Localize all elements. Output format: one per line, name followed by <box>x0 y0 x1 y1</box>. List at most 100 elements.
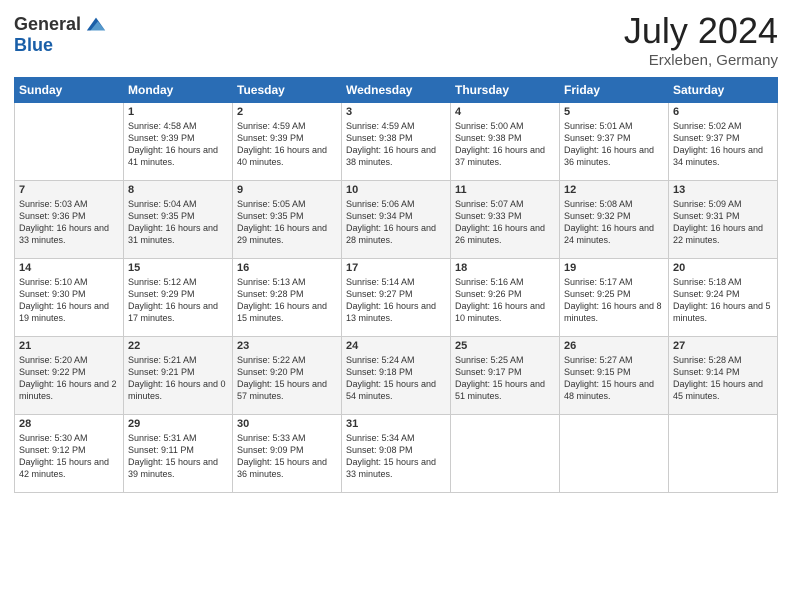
logo-general-text: General <box>14 15 81 35</box>
day-number: 16 <box>237 262 337 274</box>
day-number: 31 <box>346 418 446 430</box>
calendar-cell: 17 Sunrise: 5:14 AMSunset: 9:27 PMDaylig… <box>342 259 451 337</box>
day-number: 20 <box>673 262 773 274</box>
cell-info: Sunrise: 4:59 AMSunset: 9:39 PMDaylight:… <box>237 120 337 169</box>
calendar-cell: 15 Sunrise: 5:12 AMSunset: 9:29 PMDaylig… <box>124 259 233 337</box>
day-number: 14 <box>19 262 119 274</box>
cell-info: Sunrise: 5:21 AMSunset: 9:21 PMDaylight:… <box>128 354 228 403</box>
col-thursday: Thursday <box>451 78 560 103</box>
calendar-cell: 18 Sunrise: 5:16 AMSunset: 9:26 PMDaylig… <box>451 259 560 337</box>
day-number: 28 <box>19 418 119 430</box>
cell-info: Sunrise: 5:03 AMSunset: 9:36 PMDaylight:… <box>19 198 119 247</box>
cell-info: Sunrise: 5:00 AMSunset: 9:38 PMDaylight:… <box>455 120 555 169</box>
calendar-cell <box>560 415 669 493</box>
title-area: July 2024 Erxleben, Germany <box>624 10 778 69</box>
calendar-cell: 9 Sunrise: 5:05 AMSunset: 9:35 PMDayligh… <box>233 181 342 259</box>
logo-icon <box>85 14 107 36</box>
calendar-week-5: 28 Sunrise: 5:30 AMSunset: 9:12 PMDaylig… <box>15 415 778 493</box>
cell-info: Sunrise: 5:07 AMSunset: 9:33 PMDaylight:… <box>455 198 555 247</box>
day-number: 25 <box>455 340 555 352</box>
cell-info: Sunrise: 5:20 AMSunset: 9:22 PMDaylight:… <box>19 354 119 403</box>
day-number: 10 <box>346 184 446 196</box>
day-number: 19 <box>564 262 664 274</box>
calendar-cell: 14 Sunrise: 5:10 AMSunset: 9:30 PMDaylig… <box>15 259 124 337</box>
cell-info: Sunrise: 5:34 AMSunset: 9:08 PMDaylight:… <box>346 432 446 481</box>
cell-info: Sunrise: 5:16 AMSunset: 9:26 PMDaylight:… <box>455 276 555 325</box>
col-saturday: Saturday <box>669 78 778 103</box>
cell-info: Sunrise: 5:30 AMSunset: 9:12 PMDaylight:… <box>19 432 119 481</box>
calendar-cell: 21 Sunrise: 5:20 AMSunset: 9:22 PMDaylig… <box>15 337 124 415</box>
day-number: 2 <box>237 106 337 118</box>
day-number: 7 <box>19 184 119 196</box>
calendar-week-3: 14 Sunrise: 5:10 AMSunset: 9:30 PMDaylig… <box>15 259 778 337</box>
header-row: Sunday Monday Tuesday Wednesday Thursday… <box>15 78 778 103</box>
header: General Blue July 2024 Erxleben, Germany <box>14 10 778 69</box>
cell-info: Sunrise: 5:14 AMSunset: 9:27 PMDaylight:… <box>346 276 446 325</box>
calendar-cell <box>451 415 560 493</box>
cell-info: Sunrise: 5:18 AMSunset: 9:24 PMDaylight:… <box>673 276 773 325</box>
calendar-cell: 5 Sunrise: 5:01 AMSunset: 9:37 PMDayligh… <box>560 103 669 181</box>
calendar-cell: 12 Sunrise: 5:08 AMSunset: 9:32 PMDaylig… <box>560 181 669 259</box>
col-tuesday: Tuesday <box>233 78 342 103</box>
cell-info: Sunrise: 5:09 AMSunset: 9:31 PMDaylight:… <box>673 198 773 247</box>
calendar-cell: 19 Sunrise: 5:17 AMSunset: 9:25 PMDaylig… <box>560 259 669 337</box>
day-number: 6 <box>673 106 773 118</box>
day-number: 27 <box>673 340 773 352</box>
calendar-cell: 6 Sunrise: 5:02 AMSunset: 9:37 PMDayligh… <box>669 103 778 181</box>
cell-info: Sunrise: 5:28 AMSunset: 9:14 PMDaylight:… <box>673 354 773 403</box>
day-number: 11 <box>455 184 555 196</box>
day-number: 15 <box>128 262 228 274</box>
calendar-cell: 16 Sunrise: 5:13 AMSunset: 9:28 PMDaylig… <box>233 259 342 337</box>
calendar-cell: 3 Sunrise: 4:59 AMSunset: 9:38 PMDayligh… <box>342 103 451 181</box>
day-number: 17 <box>346 262 446 274</box>
day-number: 12 <box>564 184 664 196</box>
day-number: 4 <box>455 106 555 118</box>
calendar-table: Sunday Monday Tuesday Wednesday Thursday… <box>14 77 778 493</box>
calendar-cell: 20 Sunrise: 5:18 AMSunset: 9:24 PMDaylig… <box>669 259 778 337</box>
calendar-cell: 24 Sunrise: 5:24 AMSunset: 9:18 PMDaylig… <box>342 337 451 415</box>
cell-info: Sunrise: 5:13 AMSunset: 9:28 PMDaylight:… <box>237 276 337 325</box>
cell-info: Sunrise: 5:22 AMSunset: 9:20 PMDaylight:… <box>237 354 337 403</box>
col-monday: Monday <box>124 78 233 103</box>
day-number: 23 <box>237 340 337 352</box>
day-number: 13 <box>673 184 773 196</box>
calendar-cell: 27 Sunrise: 5:28 AMSunset: 9:14 PMDaylig… <box>669 337 778 415</box>
day-number: 21 <box>19 340 119 352</box>
day-number: 18 <box>455 262 555 274</box>
day-number: 1 <box>128 106 228 118</box>
calendar-cell: 31 Sunrise: 5:34 AMSunset: 9:08 PMDaylig… <box>342 415 451 493</box>
month-title: July 2024 <box>624 10 778 52</box>
col-sunday: Sunday <box>15 78 124 103</box>
calendar-week-1: 1 Sunrise: 4:58 AMSunset: 9:39 PMDayligh… <box>15 103 778 181</box>
calendar-cell: 1 Sunrise: 4:58 AMSunset: 9:39 PMDayligh… <box>124 103 233 181</box>
calendar-cell <box>15 103 124 181</box>
calendar-cell: 2 Sunrise: 4:59 AMSunset: 9:39 PMDayligh… <box>233 103 342 181</box>
calendar-cell: 22 Sunrise: 5:21 AMSunset: 9:21 PMDaylig… <box>124 337 233 415</box>
calendar-cell: 10 Sunrise: 5:06 AMSunset: 9:34 PMDaylig… <box>342 181 451 259</box>
cell-info: Sunrise: 5:31 AMSunset: 9:11 PMDaylight:… <box>128 432 228 481</box>
col-wednesday: Wednesday <box>342 78 451 103</box>
cell-info: Sunrise: 5:24 AMSunset: 9:18 PMDaylight:… <box>346 354 446 403</box>
day-number: 22 <box>128 340 228 352</box>
calendar-cell: 7 Sunrise: 5:03 AMSunset: 9:36 PMDayligh… <box>15 181 124 259</box>
cell-info: Sunrise: 5:12 AMSunset: 9:29 PMDaylight:… <box>128 276 228 325</box>
calendar-cell: 4 Sunrise: 5:00 AMSunset: 9:38 PMDayligh… <box>451 103 560 181</box>
col-friday: Friday <box>560 78 669 103</box>
calendar-cell: 30 Sunrise: 5:33 AMSunset: 9:09 PMDaylig… <box>233 415 342 493</box>
calendar-cell: 13 Sunrise: 5:09 AMSunset: 9:31 PMDaylig… <box>669 181 778 259</box>
day-number: 8 <box>128 184 228 196</box>
page-container: General Blue July 2024 Erxleben, Germany… <box>0 0 792 503</box>
cell-info: Sunrise: 5:08 AMSunset: 9:32 PMDaylight:… <box>564 198 664 247</box>
cell-info: Sunrise: 5:10 AMSunset: 9:30 PMDaylight:… <box>19 276 119 325</box>
day-number: 30 <box>237 418 337 430</box>
calendar-cell: 8 Sunrise: 5:04 AMSunset: 9:35 PMDayligh… <box>124 181 233 259</box>
calendar-cell: 29 Sunrise: 5:31 AMSunset: 9:11 PMDaylig… <box>124 415 233 493</box>
cell-info: Sunrise: 5:05 AMSunset: 9:35 PMDaylight:… <box>237 198 337 247</box>
cell-info: Sunrise: 5:04 AMSunset: 9:35 PMDaylight:… <box>128 198 228 247</box>
day-number: 9 <box>237 184 337 196</box>
logo: General Blue <box>14 14 107 56</box>
calendar-cell: 23 Sunrise: 5:22 AMSunset: 9:20 PMDaylig… <box>233 337 342 415</box>
cell-info: Sunrise: 5:17 AMSunset: 9:25 PMDaylight:… <box>564 276 664 325</box>
calendar-cell: 26 Sunrise: 5:27 AMSunset: 9:15 PMDaylig… <box>560 337 669 415</box>
day-number: 3 <box>346 106 446 118</box>
